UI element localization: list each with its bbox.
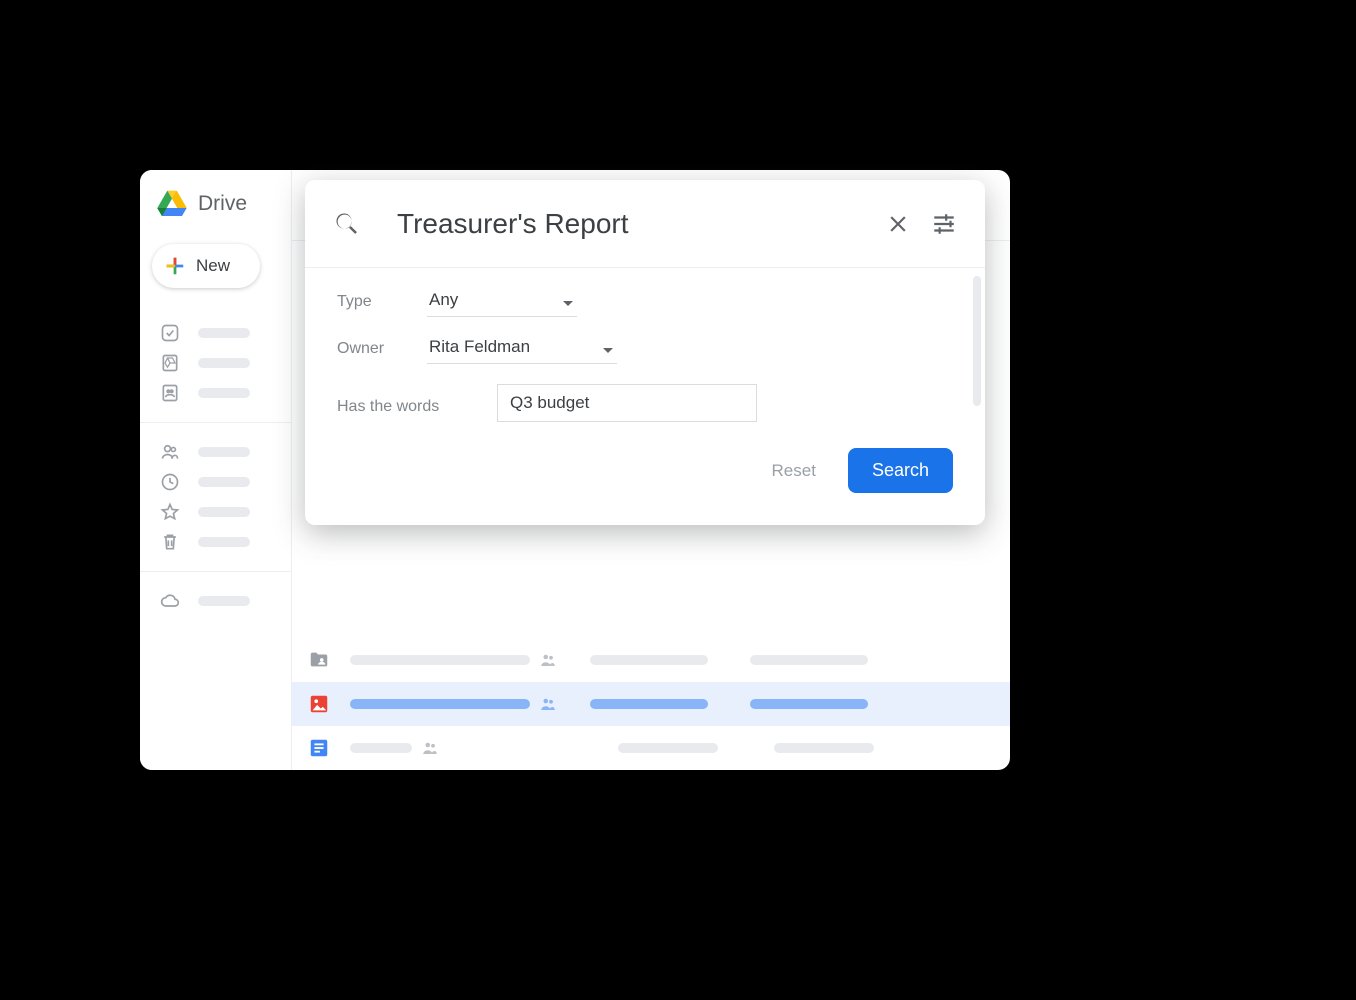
close-icon[interactable]	[885, 211, 911, 237]
drive-outline-icon	[160, 353, 180, 373]
table-row[interactable]	[292, 682, 1010, 726]
people-icon	[421, 739, 439, 757]
tune-icon[interactable]	[931, 211, 957, 237]
nav-placeholder	[198, 596, 250, 606]
type-value: Any	[429, 290, 458, 309]
file-name-placeholder	[350, 743, 412, 753]
scrollbar[interactable]	[973, 276, 981, 406]
search-button[interactable]: Search	[848, 448, 953, 493]
drive-logo-icon	[156, 188, 188, 220]
sidebar-item-trash[interactable]	[140, 527, 291, 557]
nav-group-3	[140, 571, 291, 622]
sidebar-item-mydrive[interactable]	[140, 348, 291, 378]
nav-group-1	[140, 312, 291, 414]
search-popover: Type Any Owner Rita Feldman Has the word…	[305, 180, 985, 525]
table-row[interactable]	[292, 726, 1010, 770]
date-placeholder	[750, 699, 868, 709]
sidebar-item-starred[interactable]	[140, 497, 291, 527]
people-icon	[160, 442, 180, 462]
shared-drive-icon	[160, 383, 180, 403]
new-button-label: New	[196, 256, 230, 276]
owner-select[interactable]: Rita Feldman	[427, 337, 617, 364]
check-square-icon	[160, 323, 180, 343]
people-icon	[539, 695, 557, 713]
words-input[interactable]	[497, 384, 757, 422]
caret-down-icon	[563, 301, 573, 306]
docs-file-icon	[308, 737, 330, 759]
sidebar-item-priority[interactable]	[140, 318, 291, 348]
star-icon	[160, 502, 180, 522]
nav-placeholder	[198, 388, 250, 398]
folder-shared-icon	[308, 649, 330, 671]
nav-group-2	[140, 422, 291, 563]
sidebar-item-shared-drives[interactable]	[140, 378, 291, 408]
nav-placeholder	[198, 477, 250, 487]
brand: Drive	[140, 170, 291, 230]
date-placeholder	[774, 743, 874, 753]
type-label: Type	[337, 293, 427, 317]
table-row[interactable]	[292, 638, 1010, 682]
owner-label: Owner	[337, 340, 427, 364]
search-icon	[333, 210, 361, 238]
words-label: Has the words	[337, 398, 497, 422]
sidebar-item-storage[interactable]	[140, 586, 291, 616]
owner-placeholder	[590, 655, 708, 665]
nav-placeholder	[198, 537, 250, 547]
nav-placeholder	[198, 328, 250, 338]
clock-icon	[160, 472, 180, 492]
nav-placeholder	[198, 507, 250, 517]
nav-placeholder	[198, 358, 250, 368]
sidebar: Drive New	[140, 170, 292, 770]
new-button[interactable]: New	[152, 244, 260, 288]
reset-button[interactable]: Reset	[766, 451, 822, 491]
cloud-icon	[160, 591, 180, 611]
caret-down-icon	[603, 348, 613, 353]
search-input[interactable]	[397, 208, 865, 240]
sidebar-item-recent[interactable]	[140, 467, 291, 497]
owner-placeholder	[618, 743, 718, 753]
sidebar-item-shared[interactable]	[140, 437, 291, 467]
file-list	[292, 638, 1010, 770]
nav-placeholder	[198, 447, 250, 457]
plus-icon	[164, 255, 186, 277]
file-name-placeholder	[350, 655, 530, 665]
owner-value: Rita Feldman	[429, 337, 530, 356]
people-icon	[539, 651, 557, 669]
trash-icon	[160, 532, 180, 552]
file-name-placeholder	[350, 699, 530, 709]
date-placeholder	[750, 655, 868, 665]
type-select[interactable]: Any	[427, 290, 577, 317]
brand-title: Drive	[198, 192, 247, 216]
search-filters: Type Any Owner Rita Feldman Has the word…	[305, 268, 985, 525]
image-file-icon	[308, 693, 330, 715]
search-header	[305, 180, 985, 268]
owner-placeholder	[590, 699, 708, 709]
